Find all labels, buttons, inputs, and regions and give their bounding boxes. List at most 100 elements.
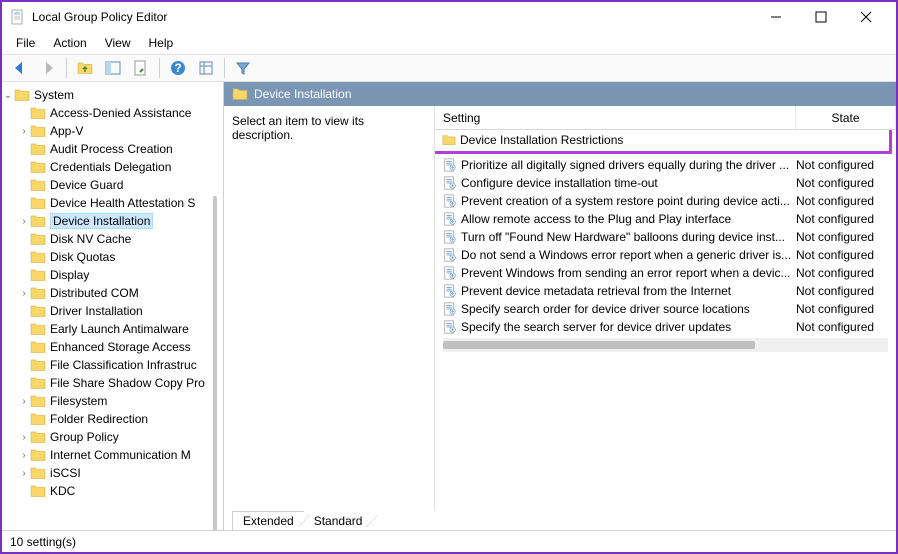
policy-icon <box>443 194 457 208</box>
tree-item[interactable]: File Share Shadow Copy Pro <box>2 374 223 392</box>
folder-icon <box>30 105 46 121</box>
list-body[interactable]: Device Installation Restrictions Priorit… <box>435 130 896 510</box>
folder-icon <box>30 429 46 445</box>
column-state[interactable]: State <box>796 106 896 129</box>
chevron-right-icon[interactable]: › <box>18 216 30 227</box>
tree-item-label: Credentials Delegation <box>50 160 171 174</box>
toolbar: ? <box>2 54 896 82</box>
tree-item-label: Early Launch Antimalware <box>50 322 189 336</box>
folder-icon <box>30 321 46 337</box>
list-row[interactable]: Prevent device metadata retrieval from t… <box>435 282 896 300</box>
policy-icon <box>443 302 457 316</box>
folder-icon <box>30 447 46 463</box>
policy-icon <box>443 248 457 262</box>
scrollbar-thumb[interactable] <box>443 341 755 349</box>
list-row[interactable]: Prevent creation of a system restore poi… <box>435 192 896 210</box>
filter-button[interactable] <box>231 57 255 79</box>
tree-item[interactable]: Disk Quotas <box>2 248 223 266</box>
tree-item[interactable]: Credentials Delegation <box>2 158 223 176</box>
column-setting[interactable]: Setting <box>435 106 796 129</box>
policy-icon <box>443 158 457 172</box>
tree-item[interactable]: ›Group Policy <box>2 428 223 446</box>
tree-item[interactable]: Enhanced Storage Access <box>2 338 223 356</box>
chevron-down-icon[interactable]: ⌄ <box>2 90 14 101</box>
folder-icon <box>30 339 46 355</box>
tree-item[interactable]: ›App-V <box>2 122 223 140</box>
list-row-label: Specify search order for device driver s… <box>461 302 796 316</box>
list-row[interactable]: Specify search order for device driver s… <box>435 300 896 318</box>
list-row[interactable]: Turn off "Found New Hardware" balloons d… <box>435 228 896 246</box>
tab-extended[interactable]: Extended <box>232 511 304 530</box>
tree-item-label: Access-Denied Assistance <box>50 106 191 120</box>
tree-item[interactable]: File Classification Infrastruc <box>2 356 223 374</box>
folder-icon <box>30 213 46 229</box>
tree-item[interactable]: › Distributed COM <box>2 284 223 302</box>
maximize-button[interactable] <box>798 3 843 31</box>
tab-standard[interactable]: Standard <box>304 512 373 530</box>
show-hide-console-tree-button[interactable] <box>101 57 125 79</box>
folder-icon <box>442 133 456 147</box>
tree-item[interactable]: Disk NV Cache <box>2 230 223 248</box>
list-row[interactable]: Configure device installation time-outNo… <box>435 174 896 192</box>
list-row-label: Configure device installation time-out <box>461 176 796 190</box>
back-button[interactable] <box>8 57 32 79</box>
tree-item-label: Distributed COM <box>50 286 139 300</box>
tree-item[interactable]: Device Guard <box>2 176 223 194</box>
list-row-state: Not configured <box>796 248 888 262</box>
tree-item-label: File Share Shadow Copy Pro <box>50 376 205 390</box>
horizontal-scrollbar[interactable] <box>443 338 888 352</box>
close-button[interactable] <box>843 3 888 31</box>
chevron-right-icon[interactable]: › <box>18 396 30 407</box>
list-header: Setting State <box>435 106 896 130</box>
menu-file[interactable]: File <box>8 34 43 52</box>
tree-item[interactable]: Device Health Attestation S <box>2 194 223 212</box>
list-row[interactable]: Specify the search server for device dri… <box>435 318 896 336</box>
menu-action[interactable]: Action <box>45 34 94 52</box>
chevron-right-icon[interactable]: › <box>18 126 30 137</box>
forward-button[interactable] <box>36 57 60 79</box>
list-row-label: Allow remote access to the Plug and Play… <box>461 212 796 226</box>
list-row-label: Device Installation Restrictions <box>460 133 789 147</box>
tree-item[interactable]: KDC <box>2 482 223 500</box>
list-row-state: Not configured <box>796 176 888 190</box>
tree-item[interactable]: Driver Installation <box>2 302 223 320</box>
help-button[interactable]: ? <box>166 57 190 79</box>
list-row-folder[interactable]: Device Installation Restrictions <box>435 131 889 149</box>
tree-item[interactable]: Access-Denied Assistance <box>2 104 223 122</box>
tree-item[interactable]: Display <box>2 266 223 284</box>
properties-button[interactable] <box>129 57 153 79</box>
policy-icon <box>443 212 457 226</box>
tree-item[interactable]: ›Internet Communication M <box>2 446 223 464</box>
tree-item[interactable]: Folder Redirection <box>2 410 223 428</box>
tree-item[interactable]: ›Filesystem <box>2 392 223 410</box>
list-row[interactable]: Prevent Windows from sending an error re… <box>435 264 896 282</box>
titlebar: Local Group Policy Editor <box>2 2 896 32</box>
tree-item[interactable]: ›iSCSI <box>2 464 223 482</box>
policy-icon <box>443 284 457 298</box>
list-row[interactable]: Do not send a Windows error report when … <box>435 246 896 264</box>
up-one-level-button[interactable] <box>73 57 97 79</box>
tree-root-system[interactable]: ⌄ System <box>2 86 223 104</box>
tree-pane[interactable]: ⌄ System Access-Denied Assistance ›App-VA… <box>2 82 224 530</box>
tree-item[interactable]: Early Launch Antimalware <box>2 320 223 338</box>
menu-view[interactable]: View <box>97 34 139 52</box>
menu-help[interactable]: Help <box>141 34 182 52</box>
minimize-button[interactable] <box>753 3 798 31</box>
highlighted-restriction-item: Device Installation Restrictions <box>435 130 892 154</box>
chevron-right-icon[interactable]: › <box>18 468 30 479</box>
list-row[interactable]: Allow remote access to the Plug and Play… <box>435 210 896 228</box>
tree-scrollbar[interactable] <box>213 196 217 530</box>
folder-icon <box>30 195 46 211</box>
policy-settings-button[interactable] <box>194 57 218 79</box>
tree-item[interactable]: ›Device Installation <box>2 212 223 230</box>
tree-item-label: KDC <box>50 484 75 498</box>
list-row-label: Turn off "Found New Hardware" balloons d… <box>461 230 796 244</box>
settings-list-pane: Setting State Device Installation Restri… <box>434 106 896 510</box>
tabs-footer: Extended Standard <box>224 510 896 530</box>
tree-item[interactable]: Audit Process Creation <box>2 140 223 158</box>
chevron-right-icon[interactable]: › <box>18 432 30 443</box>
list-row[interactable]: Prioritize all digitally signed drivers … <box>435 156 896 174</box>
chevron-right-icon[interactable]: › <box>18 288 30 299</box>
chevron-right-icon[interactable]: › <box>18 450 30 461</box>
list-row-state: Not configured <box>796 194 888 208</box>
